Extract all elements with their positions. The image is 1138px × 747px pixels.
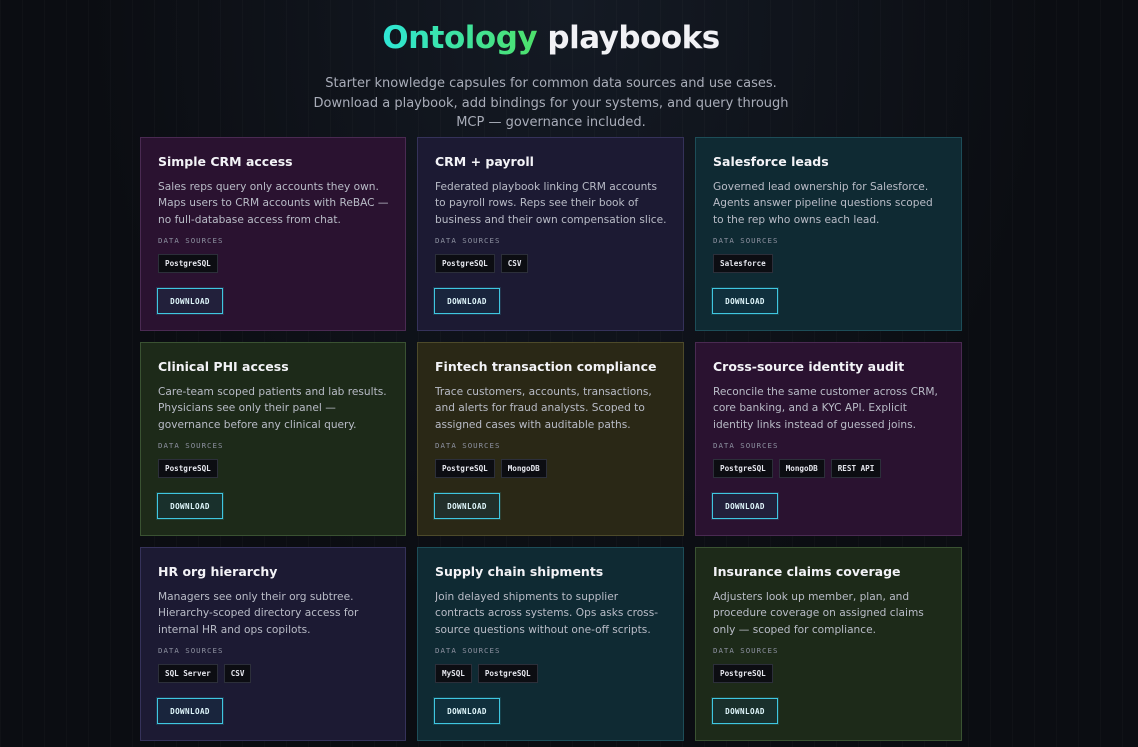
card-title: Supply chain shipments: [435, 564, 604, 579]
download-button[interactable]: DOWNLOAD: [157, 698, 223, 724]
card-title: Cross-source identity audit: [713, 359, 905, 374]
data-source-chip: CSV: [500, 254, 529, 273]
card-description: Adjusters look up member, plan, and proc…: [713, 591, 924, 636]
data-source-chip: PostgreSQL: [435, 254, 495, 273]
data-source-chip: MySQL: [435, 664, 472, 683]
title-accent: Ontology: [382, 20, 538, 56]
card-title: CRM + payroll: [435, 154, 534, 169]
data-source-chips: PostgreSQL: [158, 254, 389, 273]
page-title: Ontology playbooks: [0, 20, 1102, 56]
playbook-grid: Simple CRM access Sales reps query only a…: [140, 137, 962, 741]
data-sources-label: DATA SOURCES: [158, 441, 224, 450]
data-source-chips: Salesforce: [713, 254, 945, 273]
download-button[interactable]: DOWNLOAD: [157, 493, 223, 519]
data-source-chip: PostgreSQL: [158, 254, 218, 273]
download-button[interactable]: DOWNLOAD: [157, 288, 223, 314]
data-source-chip: PostgreSQL: [477, 664, 538, 683]
data-sources-label: DATA SOURCES: [713, 646, 779, 655]
card-title: Simple CRM access: [158, 154, 293, 169]
download-button[interactable]: DOWNLOAD: [434, 288, 500, 314]
data-source-chips: PostgreSQL MongoDB: [435, 459, 667, 478]
title-rest: playbooks: [537, 20, 720, 56]
card-title: Salesforce leads: [713, 154, 829, 169]
data-source-chip: REST API: [830, 459, 882, 478]
card-description: Federated playbook linking CRM accounts …: [435, 181, 667, 226]
card-description: Governed lead ownership for Salesforce. …: [713, 181, 933, 226]
data-source-chips: PostgreSQL MongoDB REST API: [713, 459, 945, 478]
download-button[interactable]: DOWNLOAD: [712, 288, 778, 314]
card-title: Fintech transaction compliance: [435, 359, 657, 374]
data-source-chip: SQL Server: [158, 664, 218, 683]
data-source-chip: MongoDB: [778, 459, 825, 478]
playbook-card: Clinical PHI access Care-team scoped pati…: [140, 342, 406, 536]
data-source-chips: SQL Server CSV: [158, 664, 389, 683]
data-source-chip: PostgreSQL: [713, 459, 773, 478]
card-description: Sales reps query only accounts they own.…: [158, 181, 389, 226]
data-sources-label: DATA SOURCES: [435, 646, 501, 655]
data-source-chip: PostgreSQL: [158, 459, 218, 478]
data-sources-label: DATA SOURCES: [713, 441, 779, 450]
download-button[interactable]: DOWNLOAD: [712, 698, 778, 724]
download-button[interactable]: DOWNLOAD: [434, 493, 500, 519]
data-sources-label: DATA SOURCES: [158, 646, 224, 655]
playbook-card: Salesforce leads Governed lead ownership …: [695, 137, 962, 331]
playbook-card: Fintech transaction compliance Trace cust…: [417, 342, 684, 536]
playbook-card: Cross-source identity audit Reconcile the…: [695, 342, 962, 536]
playbook-card: Supply chain shipments Join delayed shipm…: [417, 547, 684, 741]
card-description: Trace customers, accounts, transactions,…: [435, 386, 652, 431]
data-source-chip: PostgreSQL: [435, 459, 495, 478]
playbook-card: Insurance claims coverage Adjusters look …: [695, 547, 962, 741]
data-source-chips: PostgreSQL: [158, 459, 389, 478]
data-sources-label: DATA SOURCES: [158, 236, 224, 245]
card-description: Managers see only their org subtree. Hie…: [158, 591, 359, 636]
data-source-chip: Salesforce: [713, 254, 773, 273]
data-source-chips: MySQL PostgreSQL: [435, 664, 667, 683]
card-description: Reconcile the same customer across CRM, …: [713, 386, 938, 431]
card-title: Clinical PHI access: [158, 359, 289, 374]
playbook-card: Simple CRM access Sales reps query only a…: [140, 137, 406, 331]
data-sources-label: DATA SOURCES: [713, 236, 779, 245]
data-source-chips: PostgreSQL CSV: [435, 254, 667, 273]
card-description: Care-team scoped patients and lab result…: [158, 386, 387, 431]
data-source-chip: PostgreSQL: [713, 664, 773, 683]
data-source-chips: PostgreSQL: [713, 664, 945, 683]
download-button[interactable]: DOWNLOAD: [434, 698, 500, 724]
page-subtitle: Starter knowledge capsules for common da…: [313, 76, 789, 130]
page: Ontology playbooks Starter knowledge cap…: [0, 0, 1138, 747]
card-title: HR org hierarchy: [158, 564, 278, 579]
card-title: Insurance claims coverage: [713, 564, 901, 579]
data-source-chip: MongoDB: [500, 459, 547, 478]
data-source-chip: CSV: [223, 664, 252, 683]
data-sources-label: DATA SOURCES: [435, 441, 501, 450]
playbook-card: CRM + payroll Federated playbook linking …: [417, 137, 684, 331]
playbook-card: HR org hierarchy Managers see only their …: [140, 547, 406, 741]
download-button[interactable]: DOWNLOAD: [712, 493, 778, 519]
data-sources-label: DATA SOURCES: [435, 236, 501, 245]
card-description: Join delayed shipments to supplier contr…: [435, 591, 659, 636]
